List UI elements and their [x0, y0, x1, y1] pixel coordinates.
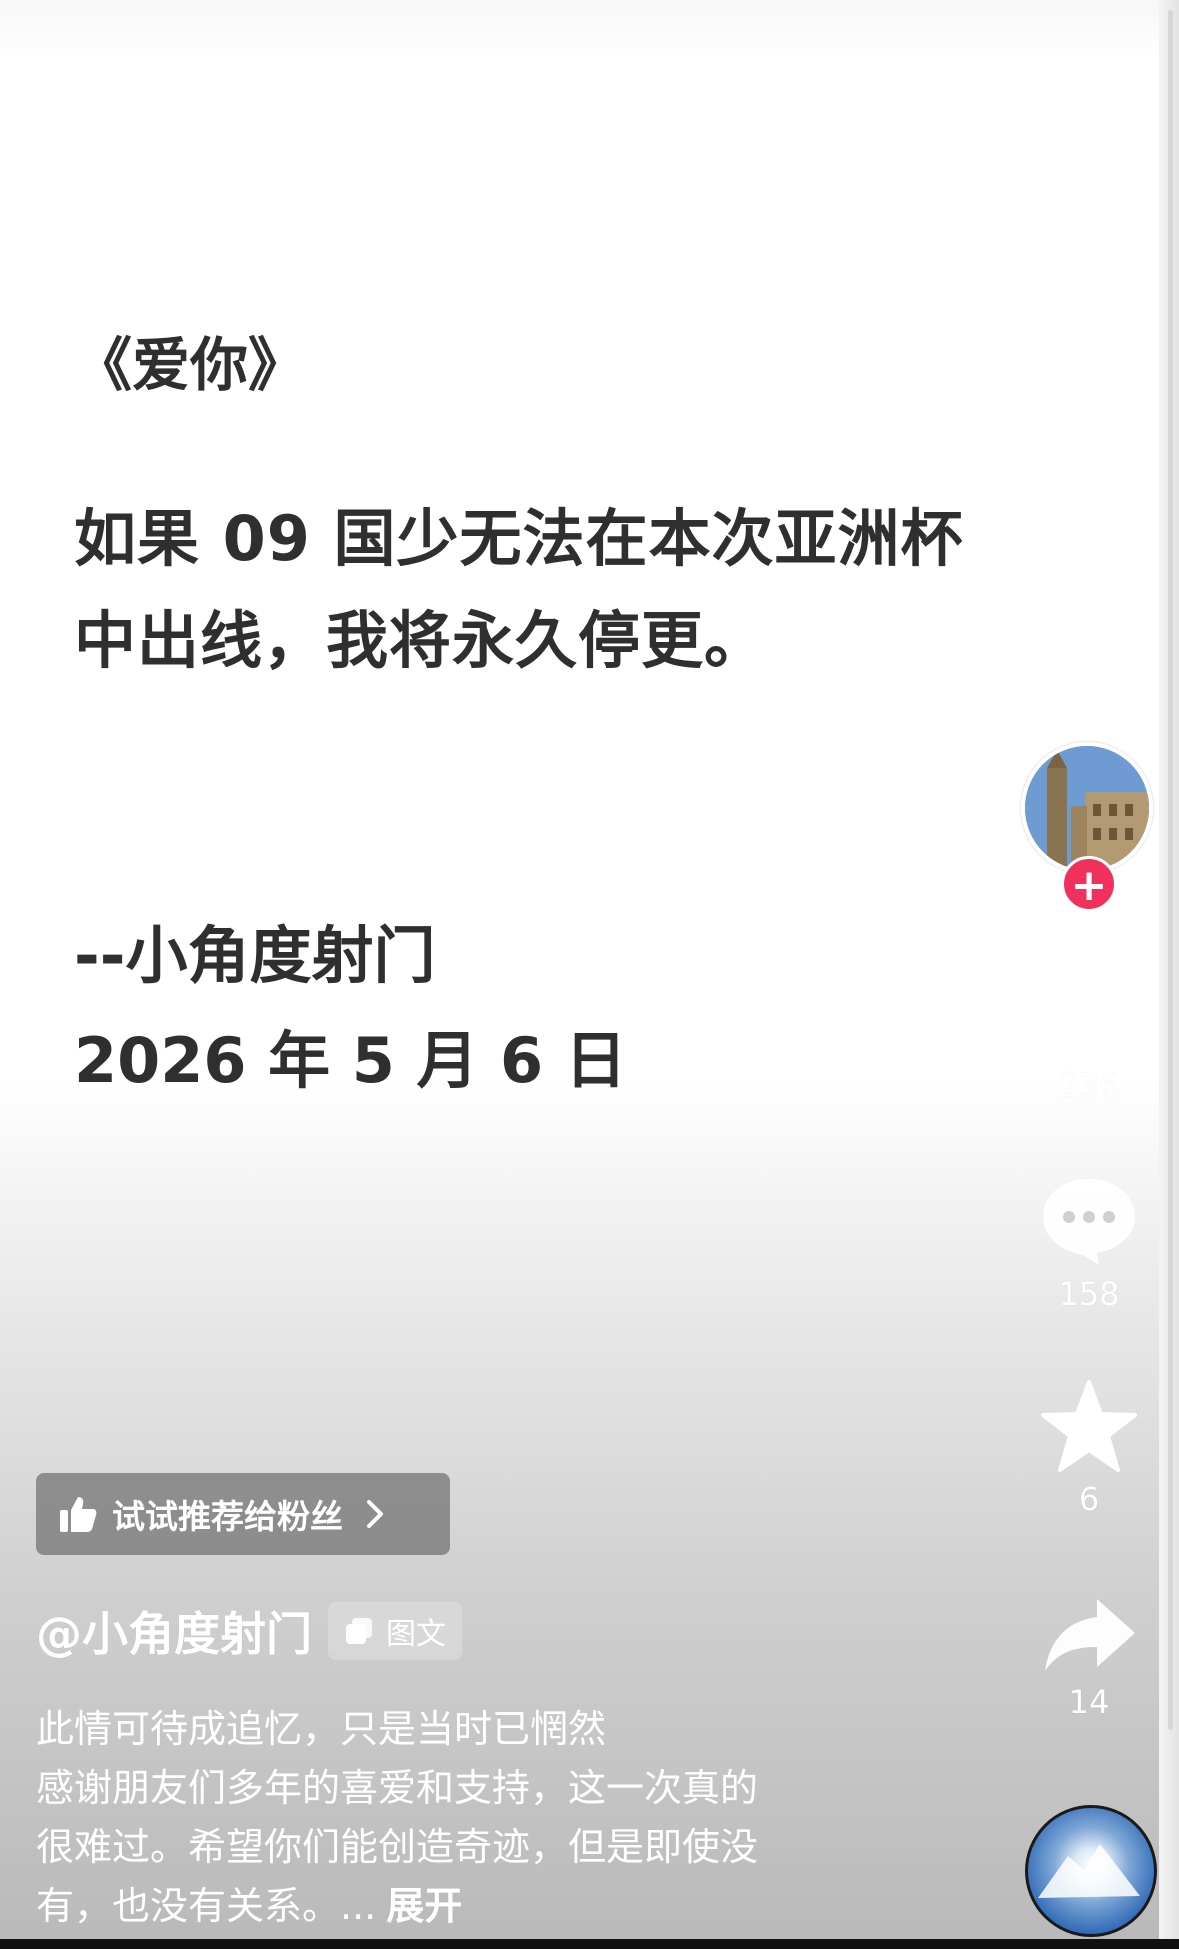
- scrollbar-thumb[interactable]: [1168, 10, 1173, 1730]
- heart-icon: [1041, 970, 1137, 1054]
- favorite-button[interactable]: 6: [1019, 1380, 1159, 1518]
- plus-icon: +: [1070, 860, 1108, 911]
- avatar-building-image: [1025, 746, 1149, 870]
- comment-button[interactable]: 158: [1019, 1175, 1159, 1313]
- poem-title: 《爱你》: [74, 331, 307, 399]
- poem-signature: --小角度射门: [74, 919, 436, 992]
- content-type-badge: 图文: [328, 1602, 462, 1660]
- description-line-1: 此情可待成追忆，只是当时已惘然: [36, 1707, 607, 1751]
- star-icon: [1041, 1380, 1137, 1472]
- author-avatar[interactable]: [1021, 742, 1153, 874]
- comment-count: 158: [1058, 1275, 1120, 1313]
- poem-line-2: 中出线，我将永久停更。: [74, 604, 768, 677]
- music-disc[interactable]: [1025, 1805, 1157, 1937]
- chevron-right-icon: [367, 1500, 383, 1528]
- recommend-to-fans-button[interactable]: 试试推荐给粉丝: [36, 1473, 450, 1555]
- poem-line-1: 如果 09 国少无法在本次亚洲杯: [74, 502, 964, 575]
- like-count: 236: [1058, 1066, 1120, 1104]
- scrollbar-track[interactable]: [1159, 0, 1179, 1949]
- author-name-link[interactable]: @小角度射门: [36, 1598, 312, 1664]
- description-line-2: 感谢朋友们多年的喜爱和支持，这一次真的: [36, 1766, 759, 1810]
- follow-plus-button[interactable]: +: [1061, 856, 1117, 912]
- description-line-4: 有，也没有关系。...: [36, 1884, 377, 1928]
- music-cover-image: [1038, 1844, 1140, 1898]
- share-count: 14: [1068, 1683, 1110, 1721]
- author-row: @小角度射门 图文: [36, 1598, 462, 1664]
- bottom-bar: [0, 1939, 1179, 1949]
- description-line-3: 很难过。希望你们能创造奇迹，但是即使没: [36, 1825, 759, 1869]
- post-description: 此情可待成追忆，只是当时已惘然 感谢朋友们多年的喜爱和支持，这一次真的 很难过。…: [36, 1700, 896, 1936]
- share-icon: [1045, 1599, 1135, 1671]
- comment-icon: [1043, 1179, 1135, 1265]
- favorite-count: 6: [1078, 1480, 1100, 1518]
- author-avatar-container[interactable]: +: [1021, 742, 1161, 912]
- content-type-label: 图文: [386, 1617, 446, 1652]
- poem-date: 2026 年 5 月 6 日: [74, 1024, 627, 1097]
- description-line-4-container: 有，也没有关系。... 展开: [36, 1877, 896, 1936]
- share-button[interactable]: 14: [1019, 1595, 1159, 1721]
- expand-link[interactable]: 展开: [386, 1884, 462, 1928]
- image-text-icon: [346, 1618, 372, 1644]
- recommend-label: 试试推荐给粉丝: [112, 1497, 343, 1536]
- thumbs-up-icon: [60, 1497, 97, 1532]
- like-button[interactable]: 236: [1019, 968, 1159, 1104]
